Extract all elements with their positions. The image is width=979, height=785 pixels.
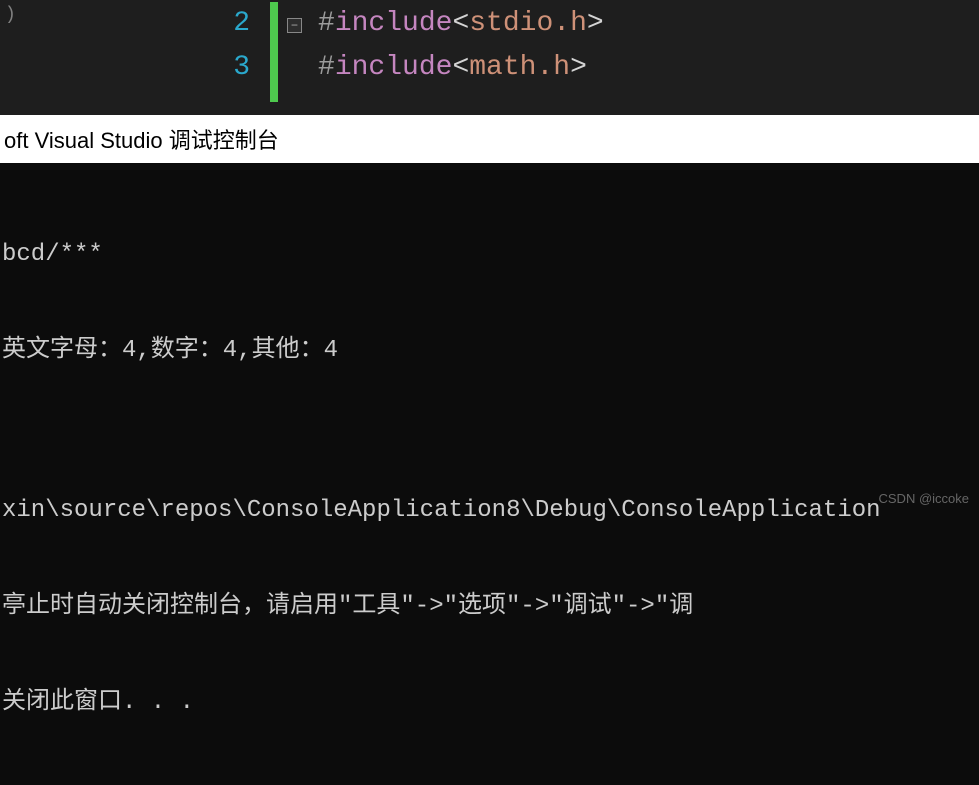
code-line: #include<math.h>	[318, 46, 979, 90]
code-fragment: )	[5, 5, 16, 25]
fold-collapse-icon[interactable]: −	[287, 18, 302, 33]
code-editor: ) 2 3 − #include<stdio.h> #include<math.…	[0, 0, 979, 115]
console-output[interactable]: bcd/*** 英文字母：4,数字：4,其他：4 xin\source\repo…	[0, 163, 979, 785]
console-line: 英文字母：4,数字：4,其他：4	[2, 335, 977, 367]
console-line: bcd/***	[2, 239, 977, 271]
editor-left-margin: )	[0, 0, 200, 115]
change-indicator	[270, 2, 278, 102]
watermark-text: CSDN @iccoke	[879, 491, 970, 506]
line-number-gutter: 2 3	[200, 0, 270, 115]
debug-console-window: oft Visual Studio 调试控制台 bcd/*** 英文字母：4,数…	[0, 115, 979, 512]
code-line: #include<stdio.h>	[318, 2, 979, 46]
console-line: 亭止时自动关闭控制台，请启用"工具"->"选项"->"调试"->"调	[2, 591, 977, 623]
fold-column: −	[270, 0, 310, 115]
console-title-bar[interactable]: oft Visual Studio 调试控制台	[0, 115, 979, 163]
console-title-text: oft Visual Studio 调试控制台	[4, 123, 279, 155]
console-line: 关闭此窗口. . .	[2, 687, 977, 719]
line-number: 3	[200, 46, 270, 90]
line-number: 2	[200, 2, 270, 46]
console-line: xin\source\repos\ConsoleApplication8\Deb…	[2, 495, 977, 527]
code-text-area[interactable]: #include<stdio.h> #include<math.h>	[310, 0, 979, 115]
